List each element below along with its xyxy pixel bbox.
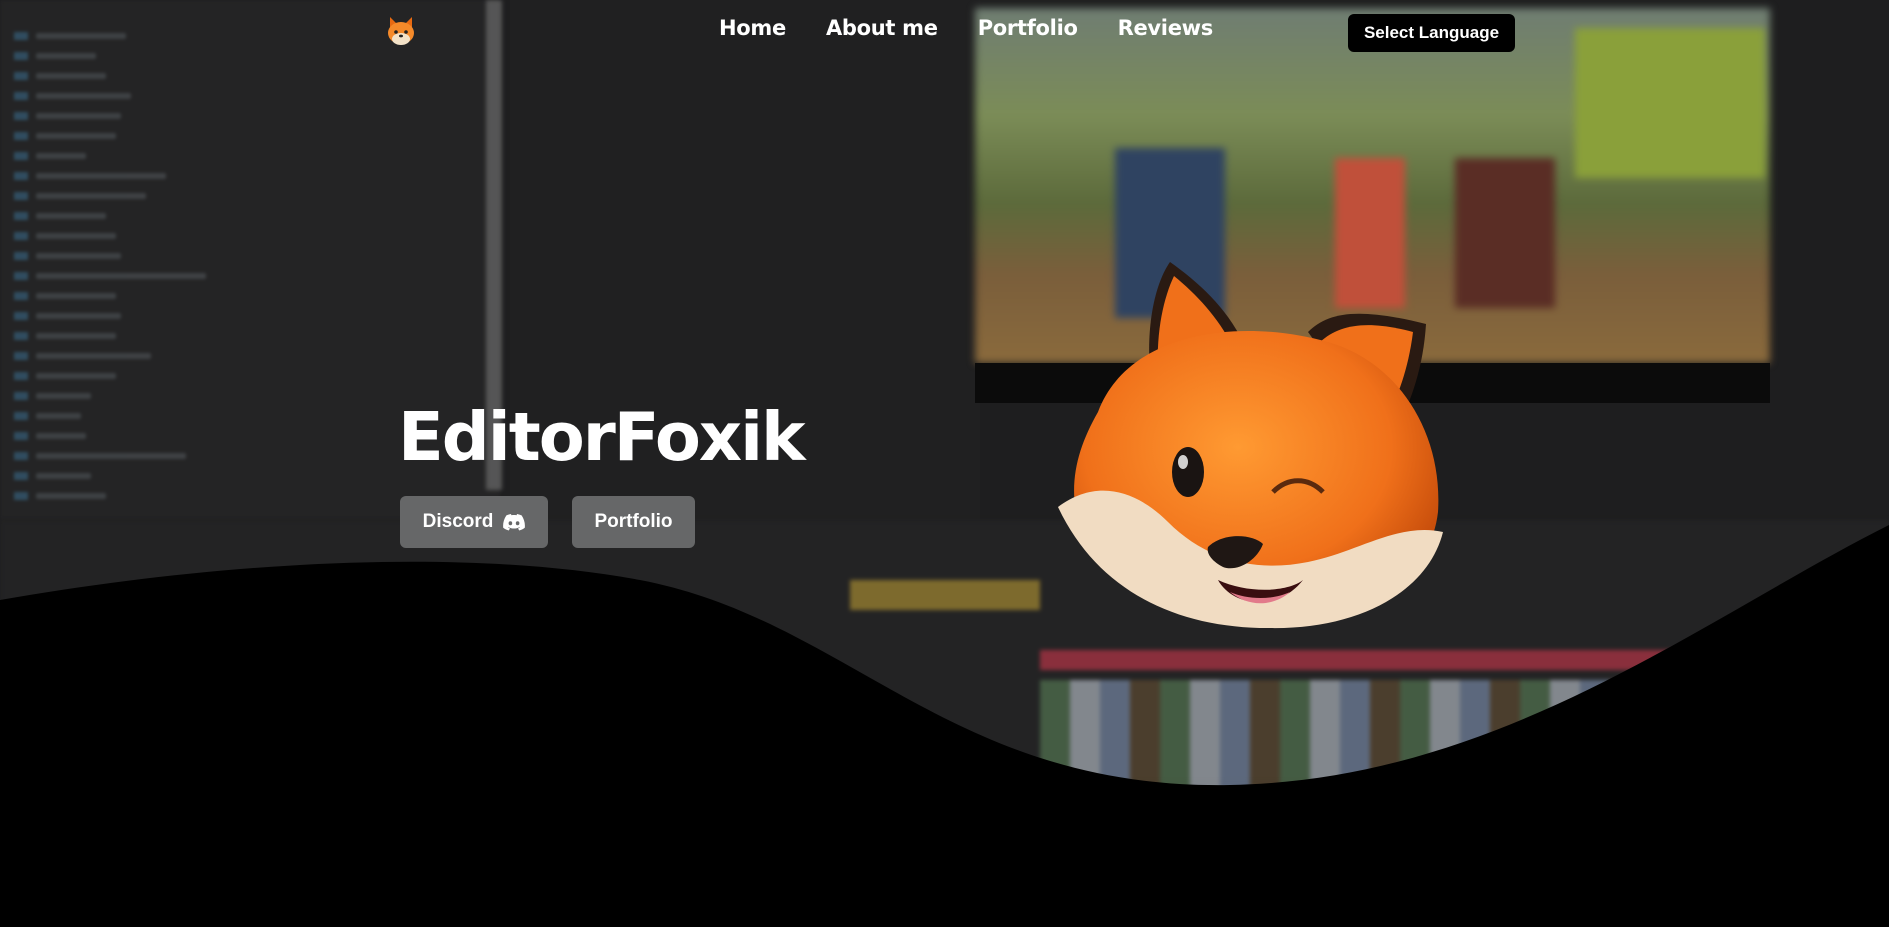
discord-button[interactable]: Discord — [400, 496, 548, 548]
fox-mascot-image — [1058, 262, 1443, 629]
portfolio-button[interactable]: Portfolio — [572, 496, 695, 548]
nav-home-link[interactable]: Home — [719, 16, 786, 40]
fox-icon[interactable] — [384, 14, 418, 48]
nav-reviews-link[interactable]: Reviews — [1118, 16, 1214, 40]
discord-button-label: Discord — [422, 511, 494, 532]
discord-icon — [503, 513, 526, 530]
nav-about-link[interactable]: About me — [826, 16, 938, 40]
portfolio-button-label: Portfolio — [594, 511, 673, 532]
hero-section: Home About me Portfolio Reviews Select L… — [0, 0, 1889, 927]
hero-wave-shape — [0, 525, 1889, 927]
page-title: EditorFoxik — [398, 398, 806, 476]
nav-portfolio-link[interactable]: Portfolio — [978, 16, 1078, 40]
main-nav: Home About me Portfolio Reviews — [719, 16, 1213, 40]
select-language-button[interactable]: Select Language — [1348, 14, 1515, 52]
